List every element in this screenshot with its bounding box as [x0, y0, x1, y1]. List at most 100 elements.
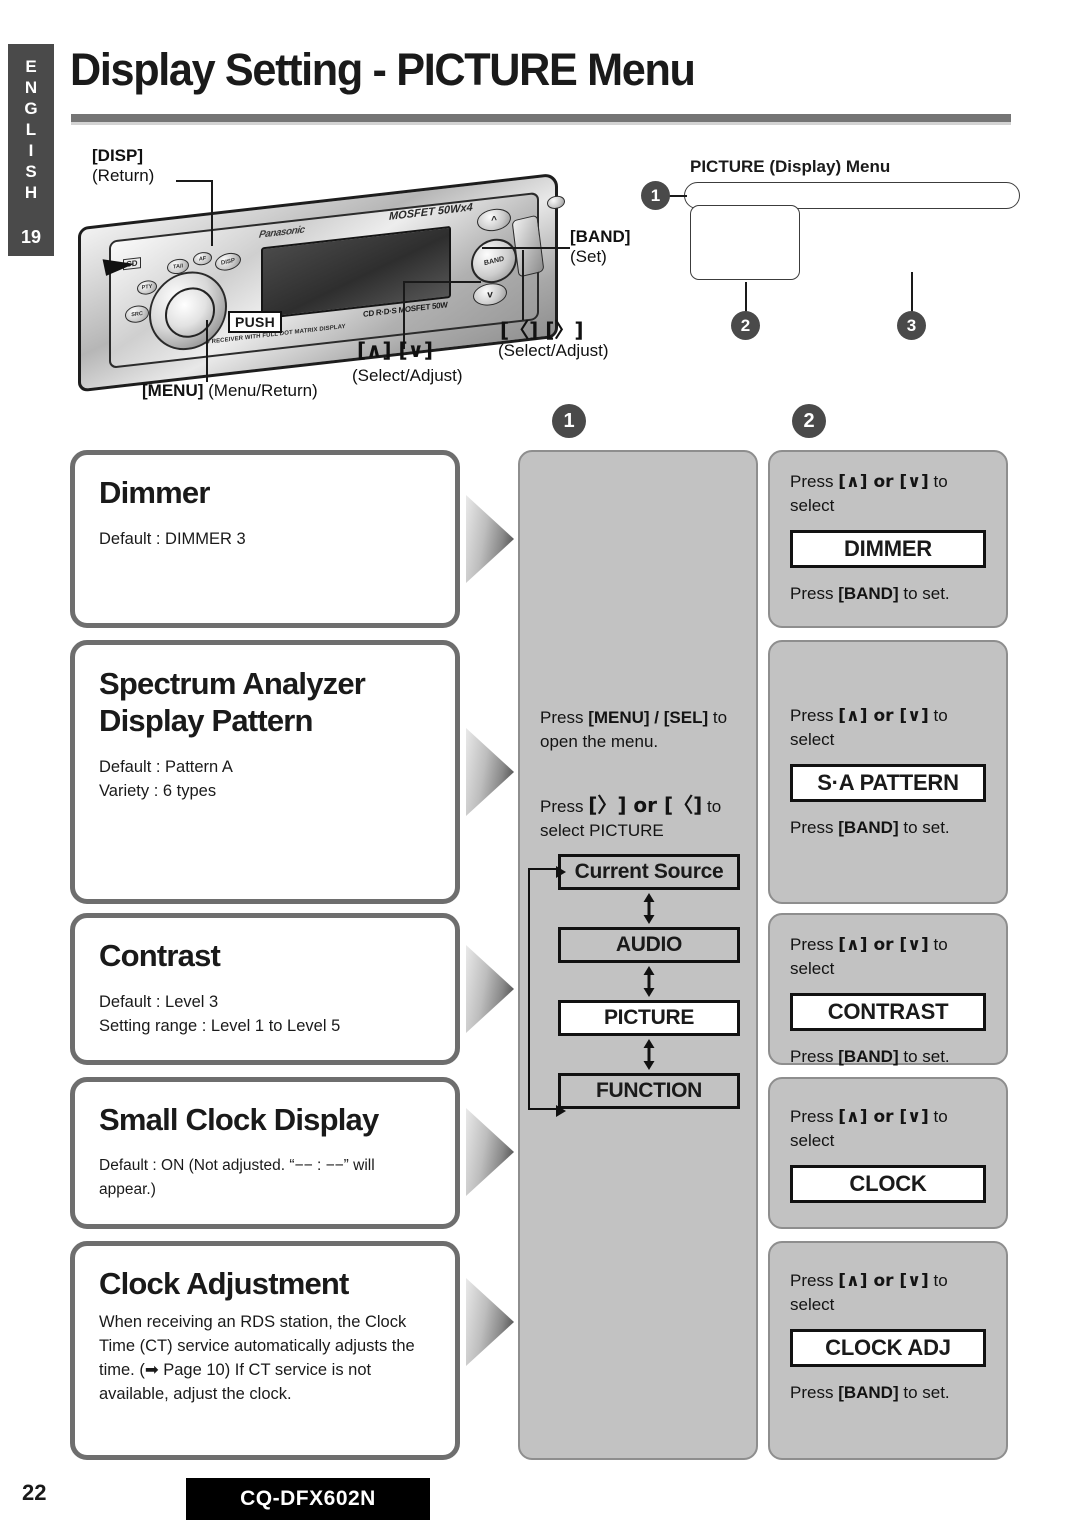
set-keys: [BAND]: [838, 818, 899, 837]
callout-updown-sub: (Select/Adjust): [352, 366, 463, 385]
head-unit-illustration: CD Panasonic MOSFET 50Wx4 CD R·D·S MOSFE…: [60, 170, 580, 400]
setting-card-small-clock-display: Small Clock Display Default : ON (Not ad…: [70, 1077, 460, 1229]
mosfet-label: MOSFET 50Wx4: [389, 201, 473, 223]
setting-detail: Variety : 6 types: [99, 782, 217, 800]
menu-option-chip[interactable]: CLOCK: [790, 1165, 986, 1203]
step-marker-2: 2: [792, 404, 826, 438]
press-instruction: Press [∧] or [∨] to select: [790, 1105, 986, 1152]
setting-detail: Default : DIMMER 3: [99, 530, 246, 548]
leader-line-updown-h: [403, 281, 481, 283]
menu-chain: Current Source AUDIO PICTURE FUNCTION: [558, 854, 740, 1109]
press-prefix: Press: [790, 1107, 839, 1126]
menu-item-current-source[interactable]: Current Source: [558, 854, 740, 890]
instruction-prefix: Press: [540, 708, 589, 727]
callout-menu-sub: (Menu/Return): [208, 381, 318, 400]
leader-line-leftright: [522, 250, 524, 320]
language-letter: I: [28, 141, 34, 160]
leader-line-disp-v: [211, 181, 213, 199]
double-arrow-icon: [643, 893, 655, 924]
setting-title: Spectrum Analyzer Display Pattern: [99, 665, 431, 739]
language-letter: H: [24, 183, 38, 202]
callout-updown-label: [∧] [∨]: [357, 338, 434, 362]
instruction-keys: [MENU] / [SEL]: [588, 708, 709, 727]
press-prefix: Press: [790, 1271, 839, 1290]
set-prefix: Press: [790, 1047, 839, 1066]
eject-button[interactable]: [547, 194, 565, 210]
page-title: Display Setting - PICTURE Menu: [70, 44, 696, 95]
menu-item-function[interactable]: FUNCTION: [558, 1073, 740, 1109]
callout-marker-1: 1: [641, 181, 670, 210]
up-button[interactable]: ^: [477, 207, 511, 233]
press-keys: [∧] or [∨]: [838, 472, 929, 492]
set-suffix: to set.: [898, 584, 950, 603]
step2-panel-clock-adj: Press [∧] or [∨] to select CLOCK ADJ Pre…: [768, 1241, 1008, 1460]
language-letter: S: [25, 162, 37, 181]
set-instruction: Press [BAND] to set.: [790, 582, 986, 605]
set-keys: [BAND]: [838, 1047, 899, 1066]
leader-line-band: [482, 247, 570, 249]
flow-arrow-icon: [466, 728, 514, 816]
setting-title: Clock Adjustment: [99, 1266, 349, 1301]
callout-disp-sub: (Return): [92, 166, 155, 185]
callout-band-sub: (Set): [570, 247, 607, 266]
push-label: PUSH: [228, 311, 283, 333]
press-prefix: Press: [790, 472, 839, 491]
setting-detail: Default : Level 3: [99, 993, 219, 1011]
menu-option-chip[interactable]: CONTRAST: [790, 993, 986, 1031]
set-suffix: to set.: [898, 1047, 950, 1066]
setting-title: Small Clock Display: [99, 1102, 379, 1137]
leader-line-disp-v2: [211, 199, 213, 246]
loop-arrow-head-icon: [556, 866, 566, 878]
leader-line-disp-h: [176, 180, 213, 182]
band-button[interactable]: BAND: [468, 234, 520, 288]
setting-title: Contrast: [99, 938, 221, 973]
language-tab: E N G L I S H 19: [8, 44, 54, 256]
callout-leftright-sub: (Select/Adjust): [498, 341, 609, 360]
set-instruction: Press [BAND] to set.: [790, 1045, 986, 1068]
menu-loop-line: [528, 868, 558, 1110]
step2-panel-contrast: Press [∧] or [∨] to select CONTRAST Pres…: [768, 913, 1008, 1068]
language-letter: N: [24, 78, 38, 97]
callout-menu: [MENU] (Menu/Return): [142, 381, 318, 401]
disp-button[interactable]: DISP: [214, 250, 242, 273]
language-letter: L: [25, 120, 37, 139]
press-instruction: Press [∧] or [∨] to select: [790, 470, 986, 517]
menu-option-chip[interactable]: CLOCK ADJ: [790, 1329, 986, 1367]
set-prefix: Press: [790, 1383, 839, 1402]
menu-item-picture[interactable]: PICTURE: [558, 1000, 740, 1036]
loop-arrow-head-icon: [556, 1105, 566, 1117]
setting-detail: Default : Pattern A: [99, 758, 233, 776]
src-button[interactable]: SRC: [125, 304, 149, 324]
callout-band-label: [BAND]: [570, 227, 631, 246]
brand-logo: Panasonic: [258, 224, 306, 241]
flow-arrow-icon: [466, 945, 514, 1033]
press-instruction: Press [∧] or [∨] to select: [790, 704, 986, 751]
callout-disp-label: [DISP]: [92, 146, 143, 165]
press-instruction: Press [∧] or [∨] to select: [790, 933, 986, 980]
down-button[interactable]: v: [473, 281, 507, 308]
set-prefix: Press: [790, 818, 839, 837]
page-number: 22: [22, 1480, 47, 1505]
set-keys: [BAND]: [838, 1383, 899, 1402]
menu-item-audio[interactable]: AUDIO: [558, 927, 740, 963]
callout-leftright-label: [〈] [〉]: [500, 318, 584, 342]
head-unit-body: CD Panasonic MOSFET 50Wx4 CD R·D·S MOSFE…: [78, 172, 565, 393]
setting-title-line2: Display Pattern: [99, 703, 314, 738]
picture-menu-callout-title: PICTURE (Display) Menu: [690, 157, 891, 176]
set-instruction: Press [BAND] to set.: [790, 816, 986, 839]
menu-option-chip[interactable]: DIMMER: [790, 530, 986, 568]
press-prefix: Press: [790, 706, 839, 725]
setting-title: Dimmer: [99, 475, 210, 510]
af-button[interactable]: AF: [193, 251, 212, 267]
section-number: 19: [20, 227, 42, 247]
callout-menu-label: [MENU]: [142, 381, 204, 400]
set-suffix: to set.: [898, 818, 950, 837]
step2-panel-clock: Press [∧] or [∨] to select CLOCK: [768, 1077, 1008, 1229]
setting-card-contrast: Contrast Default : Level 3 Setting range…: [70, 913, 460, 1065]
double-arrow-icon: [643, 966, 655, 997]
menu-gap: [558, 963, 740, 1000]
press-instruction: Press [∧] or [∨] to select: [790, 1269, 986, 1316]
leader-line-menu: [206, 320, 208, 382]
menu-option-chip[interactable]: S·A PATTERN: [790, 764, 986, 802]
model-badge: CQ-DFX602N: [186, 1478, 430, 1520]
